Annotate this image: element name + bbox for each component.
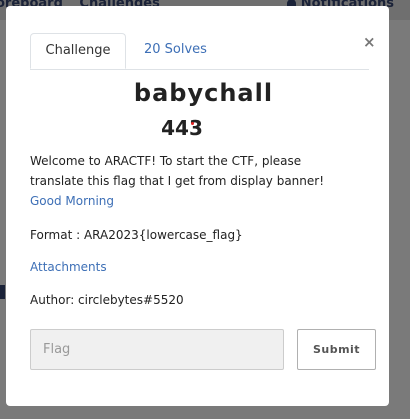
flag-format: Format : ARA2023{lowercase_flag} <box>30 228 243 242</box>
challenge-modal: Challenge 20 Solves × babychall 443 Welc… <box>6 6 389 406</box>
challenge-title: babychall <box>133 79 274 107</box>
challenge-author: Author: circlebytes#5520 <box>30 293 184 307</box>
description-line-2: translate this flag that I get from disp… <box>30 174 325 188</box>
red-dot-mark <box>191 122 194 125</box>
close-icon[interactable]: × <box>363 33 376 51</box>
submit-button[interactable]: Submit <box>297 329 376 370</box>
attachments-link[interactable]: Attachments <box>30 260 107 274</box>
description-line-1: Welcome to ARACTF! To start the CTF, ple… <box>30 154 302 168</box>
challenge-description: Welcome to ARACTF! To start the CTF, ple… <box>30 151 380 211</box>
challenge-points: 443 <box>161 116 203 140</box>
modal-tabs: Challenge 20 Solves <box>30 33 369 70</box>
tab-solves[interactable]: 20 Solves <box>132 33 219 69</box>
flag-input[interactable] <box>30 329 284 370</box>
background-content-edge <box>0 285 5 299</box>
tab-challenge[interactable]: Challenge <box>30 33 126 69</box>
description-link[interactable]: Good Morning <box>30 191 380 211</box>
